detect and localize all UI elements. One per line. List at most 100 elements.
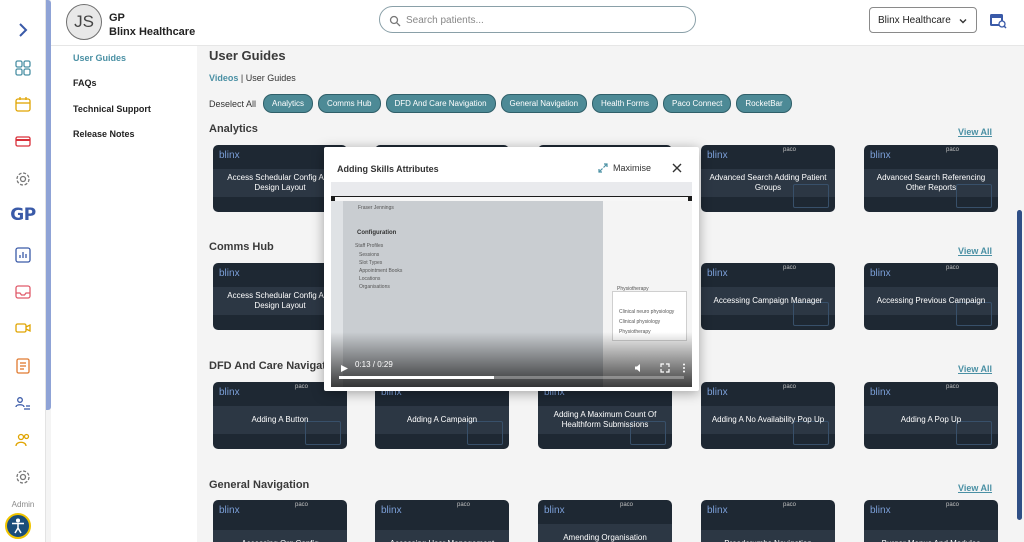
- video-icon[interactable]: [0, 316, 46, 340]
- video-card-title: Advanced Search Referencing Other Report…: [876, 173, 986, 192]
- close-icon[interactable]: [671, 161, 683, 179]
- filter-chip-comms-hub[interactable]: Comms Hub: [318, 94, 381, 113]
- section-title-comms-hub: Comms Hub: [209, 241, 274, 253]
- calendar-icon[interactable]: [0, 92, 46, 116]
- video-card[interactable]: blinx paco Adding A Pop Up: [864, 382, 998, 449]
- view-all-general-navigation-link[interactable]: View All: [958, 483, 992, 493]
- video-card[interactable]: blinxpacoAdding A Maximum Count Of Healt…: [538, 382, 672, 449]
- video-card-title: Adding A Button: [251, 415, 309, 424]
- document-icon[interactable]: [0, 354, 46, 378]
- reports-chart-icon[interactable]: [0, 243, 46, 267]
- expand-chevron-icon[interactable]: [0, 18, 46, 42]
- dashboard-icon[interactable]: [0, 56, 46, 80]
- inbox-icon[interactable]: [0, 280, 46, 304]
- paco-logo: paco: [946, 384, 960, 390]
- video-card-title: Accessing Org Config: [217, 530, 343, 542]
- view-all-analytics-link[interactable]: View All: [958, 127, 992, 137]
- blinx-logo: blinx: [870, 387, 891, 398]
- paco-logo: paco: [946, 502, 960, 508]
- video-card[interactable]: blinx paco Accessing Campaign Manager: [701, 263, 835, 330]
- modal-title: Adding Skills Attributes: [337, 164, 439, 174]
- patient-search[interactable]: [379, 6, 696, 33]
- filter-chip-analytics[interactable]: Analytics: [263, 94, 314, 113]
- video-card-title: Accessing User Management: [379, 530, 505, 542]
- video-card[interactable]: blinx paco Advanced Search Adding Patient …: [701, 145, 835, 212]
- maximise-label: Maximise: [613, 163, 652, 173]
- video-side-item: Sessions: [359, 252, 380, 258]
- video-card-title: Accessing Campaign Manager: [713, 296, 823, 305]
- section-title-dfd-care-navigation: DFD And Care Navigation: [209, 360, 343, 372]
- blinx-logo: blinx: [219, 150, 240, 161]
- breadcrumb-videos-link[interactable]: Videos: [209, 73, 238, 83]
- organisation-select[interactable]: Blinx Healthcare: [869, 7, 977, 33]
- blinx-logo: blinx: [707, 268, 728, 279]
- blinx-logo: blinx: [219, 505, 240, 516]
- video-card[interactable]: blinx paco Breadcrumbs Navigation: [701, 500, 835, 542]
- avatar[interactable]: JS: [66, 4, 102, 40]
- video-card[interactable]: blinx paco Accessing Org Config: [213, 500, 347, 542]
- video-card[interactable]: blinx paco Advanced Search Referencing Oth…: [864, 145, 998, 212]
- video-side-item: Locations: [359, 276, 381, 282]
- filter-chip-dfd-care-navigation[interactable]: DFD And Care Navigation: [385, 94, 496, 113]
- view-all-dfd-link[interactable]: View All: [958, 364, 992, 374]
- subnav-item-user-guides[interactable]: User Guides: [73, 53, 126, 63]
- maximise-button[interactable]: Maximise: [598, 163, 651, 173]
- video-card[interactable]: blinx paco Accessing Previous Campaign: [864, 263, 998, 330]
- view-all-comms-hub-link[interactable]: View All: [958, 246, 992, 256]
- video-card-title: Advanced Search Adding Patient Groups: [709, 173, 827, 192]
- video-card-title: Adding A Pop Up: [900, 415, 962, 424]
- page-scrollbar[interactable]: [1017, 210, 1022, 520]
- paco-logo: paco: [783, 502, 797, 508]
- paco-logo: paco: [946, 147, 960, 153]
- video-card-title: Adding A No Availability Pop Up: [711, 415, 825, 424]
- blinx-logo: blinx: [219, 268, 240, 279]
- deselect-all-button[interactable]: Deselect All: [209, 99, 256, 109]
- video-progress-bar[interactable]: [339, 376, 684, 379]
- paco-logo: paco: [620, 502, 634, 508]
- video-card-title: Amending Organisation: [563, 533, 647, 542]
- video-time-current: 0:13: [355, 360, 371, 369]
- app-root: GP Admin JS GP Blinx Healthcare Search p…: [0, 0, 1024, 542]
- users-icon[interactable]: [0, 428, 46, 452]
- gp-label[interactable]: GP: [0, 203, 46, 227]
- video-side-item: Slot Types: [359, 260, 383, 266]
- search-input[interactable]: [406, 11, 686, 29]
- accessibility-icon[interactable]: [5, 513, 31, 539]
- video-browser-chrome: [331, 182, 692, 196]
- breadcrumb-separator: |: [238, 73, 246, 83]
- blinx-logo: blinx: [381, 505, 402, 516]
- settings-gear-icon[interactable]: [0, 167, 46, 191]
- filter-chip-paco-connect[interactable]: Paco Connect: [663, 94, 732, 113]
- paco-logo: paco: [295, 384, 309, 390]
- blinx-logo: blinx: [707, 505, 728, 516]
- filter-chip-general-navigation[interactable]: General Navigation: [500, 94, 588, 113]
- calendar-search-icon[interactable]: [989, 11, 1007, 34]
- admin-gear-icon[interactable]: [0, 465, 46, 489]
- subnav-item-faqs[interactable]: FAQs: [73, 78, 97, 88]
- video-side-item: Staff Profiles: [355, 243, 384, 249]
- subnav-item-technical-support[interactable]: Technical Support: [73, 104, 151, 114]
- video-card[interactable]: blinx paco Accessing User Management: [375, 500, 509, 542]
- card-icon[interactable]: [0, 129, 46, 153]
- blinx-logo: blinx: [870, 150, 891, 161]
- video-card[interactable]: blinx paco Adding A No Availability Pop Up: [701, 382, 835, 449]
- video-player[interactable]: Fraser Jennings Configuration Staff Prof…: [331, 182, 692, 387]
- video-card-title: Adding A Maximum Count Of Healthform Sub…: [553, 410, 657, 429]
- user-organisation: Blinx Healthcare: [109, 26, 196, 38]
- filter-chip-rocketbar[interactable]: RocketBar: [736, 94, 792, 113]
- search-icon: [389, 14, 401, 32]
- paco-logo: paco: [783, 384, 797, 390]
- video-card-title: Accessing Previous Campaign: [876, 296, 986, 305]
- video-card[interactable]: blinx paco Adding A Button: [213, 382, 347, 449]
- filter-chip-health-forms[interactable]: Health Forms: [592, 94, 659, 113]
- video-card-title: Burger Menus And Modules: [868, 530, 994, 542]
- video-heading: Configuration: [357, 230, 397, 236]
- video-card[interactable]: blinxpacoAdding A Campaign: [375, 382, 509, 449]
- video-card[interactable]: blinx paco Burger Menus And Modules: [864, 500, 998, 542]
- filter-chips: Deselect All Analytics Comms Hub DFD And…: [209, 94, 792, 113]
- subnav-item-release-notes[interactable]: Release Notes: [73, 129, 135, 139]
- video-card[interactable]: blinx paco Amending Organisation: [538, 500, 672, 542]
- user-role: GP: [109, 12, 125, 24]
- blinx-logo: blinx: [870, 505, 891, 516]
- user-network-icon[interactable]: [0, 392, 46, 416]
